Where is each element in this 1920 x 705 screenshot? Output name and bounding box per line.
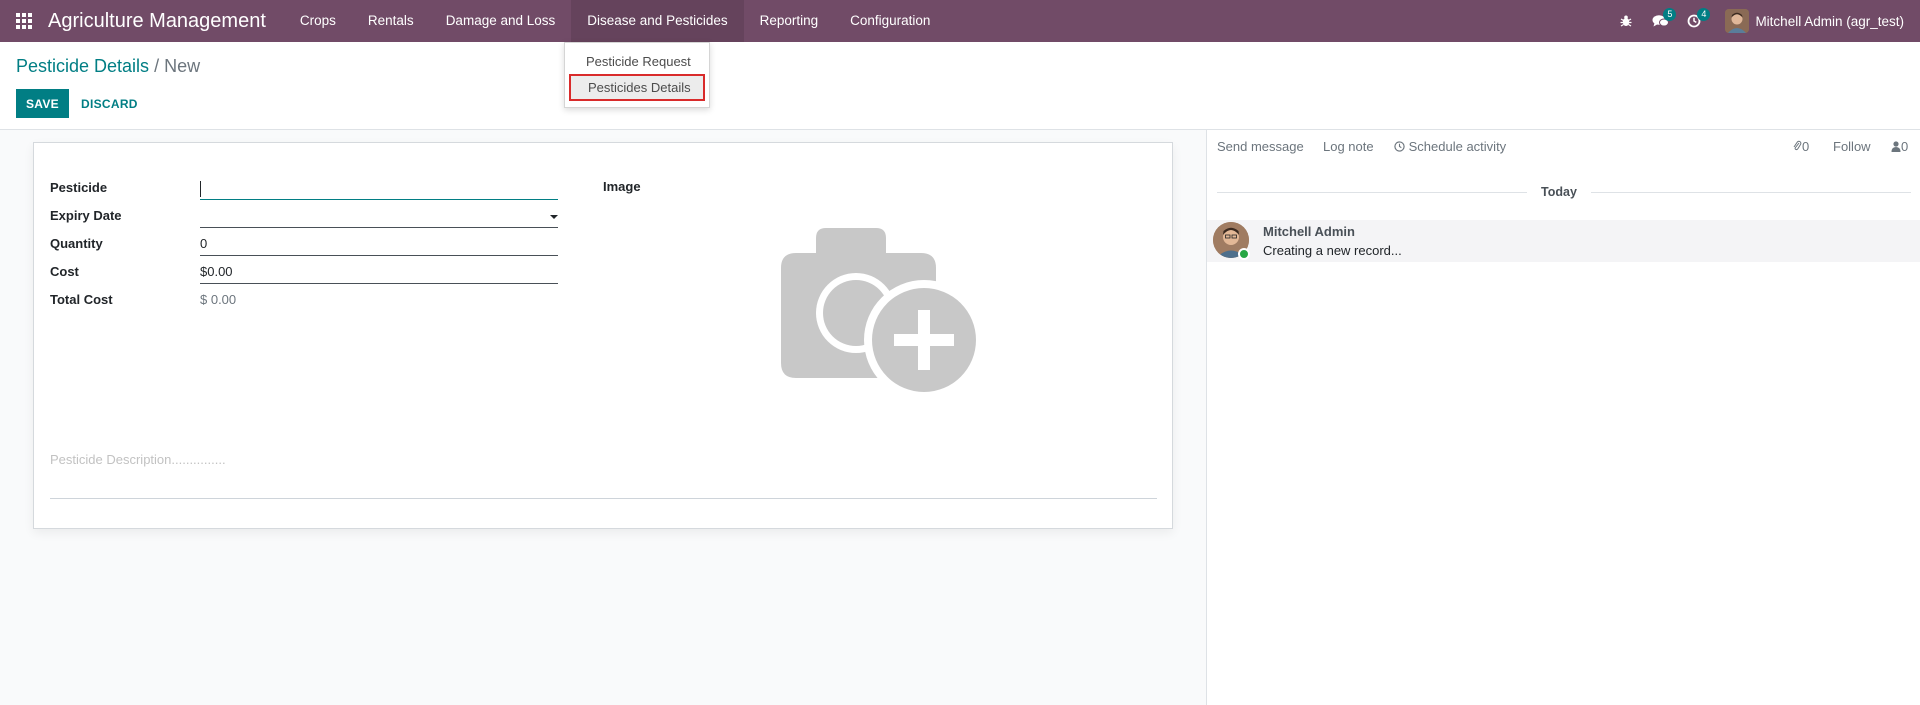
description-underline (50, 498, 1157, 499)
total-cost-value: $ 0.00 (200, 292, 237, 307)
app-brand[interactable]: Agriculture Management (48, 10, 284, 33)
expiry-date-label: Expiry Date (50, 208, 122, 223)
user-icon (1891, 141, 1901, 152)
dropdown-item-pesticides-details[interactable]: Pesticides Details (569, 74, 705, 101)
apps-menu-icon[interactable] (0, 0, 48, 42)
breadcrumb-separator: / (154, 56, 160, 76)
disease-and-pesticides-dropdown: Pesticide Request Pesticides Details (564, 42, 710, 108)
user-menu[interactable]: Mitchell Admin (agr_test) (1711, 9, 1904, 33)
text-cursor (200, 180, 201, 197)
attachments-button[interactable]: 0 (1792, 139, 1809, 154)
message-author[interactable]: Mitchell Admin (1263, 224, 1355, 239)
quantity-input[interactable]: 0 (200, 234, 558, 256)
total-cost-label: Total Cost (50, 292, 113, 307)
messages-count-badge: 5 (1663, 8, 1677, 21)
systray: 5 4 Mitchell Admin (agr_test) (1609, 0, 1920, 42)
breadcrumb: Pesticide Details / New (16, 56, 200, 77)
activities-clock-icon[interactable]: 4 (1677, 0, 1711, 42)
image-label: Image (603, 179, 641, 194)
paperclip-icon (1793, 140, 1802, 151)
menu-damage-and-loss[interactable]: Damage and Loss (430, 0, 572, 42)
top-navbar: Agriculture Management Crops Rentals Dam… (0, 0, 1920, 42)
control-panel: Pesticide Details / New Save Discard (0, 42, 1920, 130)
send-message-button[interactable]: Send message (1217, 139, 1304, 154)
breadcrumb-current: New (164, 56, 201, 76)
messages-icon[interactable]: 5 (1643, 0, 1677, 42)
chatter-message: Mitchell Admin Creating a new record... (1207, 220, 1920, 262)
chatter-topbar: Send message Log note Schedule activity … (1207, 130, 1920, 162)
menu-configuration[interactable]: Configuration (834, 0, 946, 42)
date-separator-label: Today (1541, 185, 1577, 199)
form-sheet: Pesticide Expiry Date Quantity 0 Cost $0… (33, 142, 1173, 529)
main-menu: Crops Rentals Damage and Loss Disease an… (284, 0, 947, 42)
image-upload-camera-icon[interactable] (781, 223, 1021, 403)
user-name: Mitchell Admin (agr_test) (1755, 13, 1904, 29)
discard-button[interactable]: Discard (72, 89, 147, 118)
expiry-date-select[interactable] (200, 206, 558, 228)
menu-crops[interactable]: Crops (284, 0, 352, 42)
dropdown-item-pesticide-request[interactable]: Pesticide Request (565, 49, 709, 74)
menu-reporting[interactable]: Reporting (744, 0, 835, 42)
save-button[interactable]: Save (16, 89, 69, 118)
follow-button[interactable]: Follow (1833, 139, 1871, 154)
date-separator: Today (1207, 185, 1920, 199)
cost-input[interactable]: $0.00 (200, 262, 558, 284)
followers-button[interactable]: 0 (1891, 139, 1908, 154)
chevron-down-icon (550, 215, 558, 219)
debug-bug-icon[interactable] (1609, 0, 1643, 42)
schedule-activity-button[interactable]: Schedule activity (1394, 139, 1506, 154)
message-body: Creating a new record... (1263, 243, 1402, 258)
chatter-panel: Send message Log note Schedule activity … (1206, 130, 1920, 705)
clock-icon (1394, 141, 1405, 152)
breadcrumb-parent[interactable]: Pesticide Details (16, 56, 149, 76)
activities-count-badge: 4 (1697, 8, 1711, 21)
log-note-button[interactable]: Log note (1323, 139, 1374, 154)
menu-disease-and-pesticides[interactable]: Disease and Pesticides (571, 0, 744, 42)
user-avatar (1725, 9, 1750, 33)
cost-label: Cost (50, 264, 79, 279)
online-status-icon (1238, 248, 1250, 260)
menu-rentals[interactable]: Rentals (352, 0, 430, 42)
quantity-label: Quantity (50, 236, 103, 251)
pesticide-label: Pesticide (50, 180, 108, 195)
description-field[interactable]: Pesticide Description............... (50, 452, 226, 467)
pesticide-input[interactable] (200, 178, 558, 200)
